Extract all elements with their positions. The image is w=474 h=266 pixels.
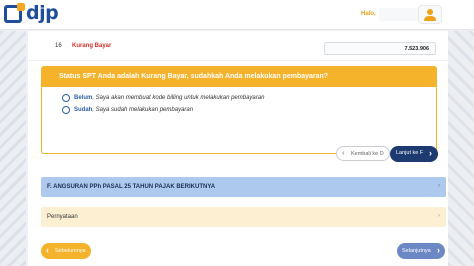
table-row: 16 Kurang Bayar 7.523.906 [28,31,448,61]
section-f-title: F. ANGSURAN PPh PASAL 25 TAHUN PAJAK BER… [47,184,216,190]
back-button-label: Kembali ke D [351,151,384,157]
payment-question-panel: Status SPT Anda adalah Kurang Bayar, sud… [41,66,437,154]
previous-button-label: Sebelumnya [55,248,86,254]
row-label: Kurang Bayar [72,43,112,49]
chevron-right-icon: › [437,245,440,255]
right-background-decoration [448,31,474,266]
continue-button[interactable]: Selanjutnya › [397,243,445,259]
option-label: Sudah, Saya sudah melakukan pembayaran [74,107,194,113]
chevron-right-icon: › [438,183,440,189]
next-to-f-button[interactable]: Lanjut ke F › [390,146,438,162]
form-card: 16 Kurang Bayar 7.523.906 Status SPT And… [28,31,448,266]
statement-title: Pernyataan [47,214,78,220]
user-icon-body [424,16,436,21]
radio-button-icon[interactable] [62,94,70,102]
chevron-left-icon: ‹ [46,245,49,255]
chevron-right-icon: › [429,148,432,158]
option-label: Belum, Saya akan membuat kode billing un… [74,95,265,101]
section-f-accordion[interactable]: F. ANGSURAN PPh PASAL 25 TAHUN PAJAK BER… [41,177,446,197]
amount-field: 7.523.906 [324,42,436,55]
back-to-d-button[interactable]: ‹ Kembali ke D [336,146,390,161]
radio-button-icon[interactable] [62,106,70,114]
greeting-text: Halo, [361,11,376,17]
user-avatar-button[interactable] [418,5,442,24]
question-header: Status SPT Anda adalah Kurang Bayar, sud… [42,67,436,87]
djp-logo[interactable]: djp [4,2,74,27]
chevron-left-icon: ‹ [342,150,345,157]
row-number: 16 [55,43,62,49]
top-header: djp Halo, [0,0,474,30]
logo-accent-icon [17,3,25,11]
previous-button[interactable]: ‹ Sebelumnya [41,243,91,259]
next-button-label: Lanjut ke F [396,150,424,156]
chevron-right-icon: › [438,213,440,219]
amount-value: 7.523.906 [404,46,429,52]
user-icon-head [427,9,433,15]
continue-button-label: Selanjutnya [402,248,431,254]
statement-accordion[interactable]: Pernyataan › [41,207,446,227]
logo-text: djp [26,2,59,24]
question-title: Status SPT Anda adalah Kurang Bayar, sud… [59,73,329,80]
left-background-decoration [0,31,26,266]
